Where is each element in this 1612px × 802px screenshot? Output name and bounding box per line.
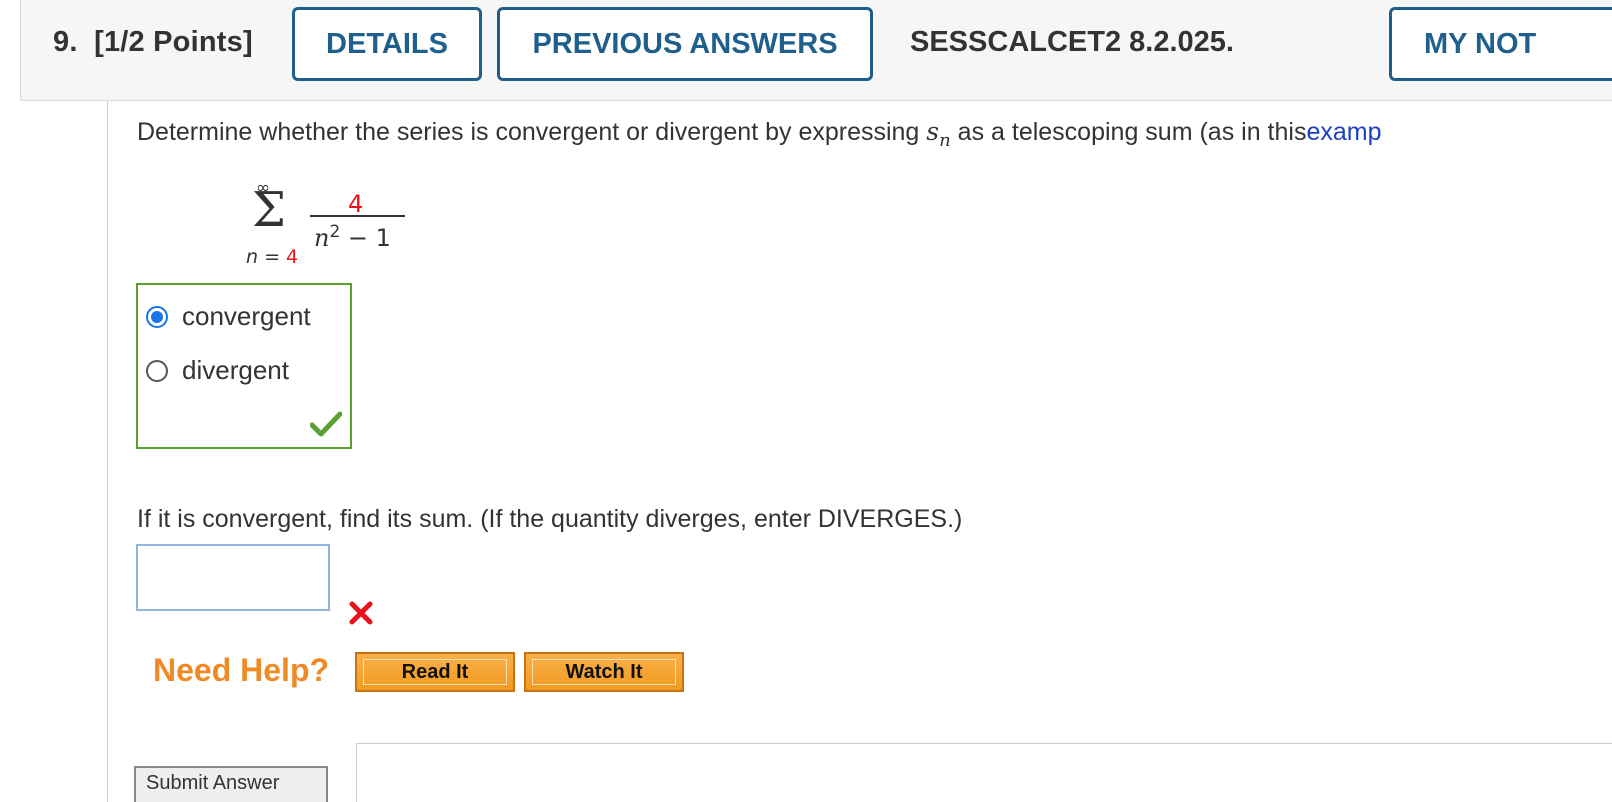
- need-help-label: Need Help?: [153, 652, 330, 688]
- submit-answer-button[interactable]: Submit Answer: [134, 766, 328, 802]
- sum-lower-equals: =: [258, 246, 287, 268]
- question-points: [1/2 Points]: [94, 26, 253, 58]
- sum-index: n: [246, 246, 259, 268]
- previous-answers-button[interactable]: PREVIOUS ANSWERS: [497, 7, 873, 81]
- question-page: 9. [1/2 Points] DETAILS PREVIOUS ANSWERS…: [0, 0, 1612, 802]
- fraction-denominator: n2 − 1: [314, 222, 391, 252]
- choice-label: divergent: [182, 355, 289, 385]
- watch-it-button[interactable]: Watch It: [524, 652, 684, 692]
- choice-divergent[interactable]: divergent: [146, 355, 289, 386]
- answer-choices: convergent divergent: [136, 283, 352, 449]
- fraction-numerator: 4: [348, 190, 364, 218]
- denominator-variable: n: [314, 224, 330, 252]
- details-button[interactable]: DETAILS: [292, 7, 482, 81]
- radio-unselected-icon[interactable]: [146, 359, 168, 382]
- radio-selected-icon[interactable]: [146, 305, 168, 328]
- prompt-text-after: as a telescoping sum (as in this: [950, 118, 1307, 146]
- question-number: 9.: [53, 26, 78, 58]
- prompt-variable-subscript: n: [939, 130, 951, 151]
- incorrect-x-icon: [349, 601, 373, 625]
- my-notes-button[interactable]: MY NOT: [1389, 7, 1612, 81]
- sum-answer-input[interactable]: [136, 544, 330, 611]
- denominator-rest: − 1: [340, 224, 391, 252]
- prompt-text: Determine whether the series is converge…: [137, 118, 927, 146]
- left-divider: [107, 101, 108, 802]
- choice-label: convergent: [182, 301, 311, 331]
- denominator-exponent: 2: [329, 222, 341, 242]
- question-prompt: Determine whether the series is converge…: [137, 117, 1382, 151]
- sum-question: If it is convergent, find its sum. (If t…: [137, 505, 963, 533]
- correct-check-icon: [310, 411, 342, 437]
- example-link[interactable]: examp: [1306, 118, 1381, 146]
- bottom-panel: [356, 743, 1612, 802]
- sum-lower-limit: n = 4: [246, 246, 298, 268]
- question-number-points: 9. [1/2 Points]: [53, 26, 253, 59]
- choice-convergent[interactable]: convergent: [146, 301, 311, 332]
- fraction-bar: [310, 215, 405, 217]
- prompt-variable: s: [926, 117, 940, 146]
- question-id: SESSCALCET2 8.2.025.: [910, 26, 1234, 58]
- sigma-symbol: Σ: [252, 182, 286, 238]
- sum-lower-value: 4: [286, 246, 299, 268]
- series-formula: ∞ Σ n = 4 4 n2 − 1: [240, 178, 420, 273]
- read-it-button[interactable]: Read It: [355, 652, 515, 692]
